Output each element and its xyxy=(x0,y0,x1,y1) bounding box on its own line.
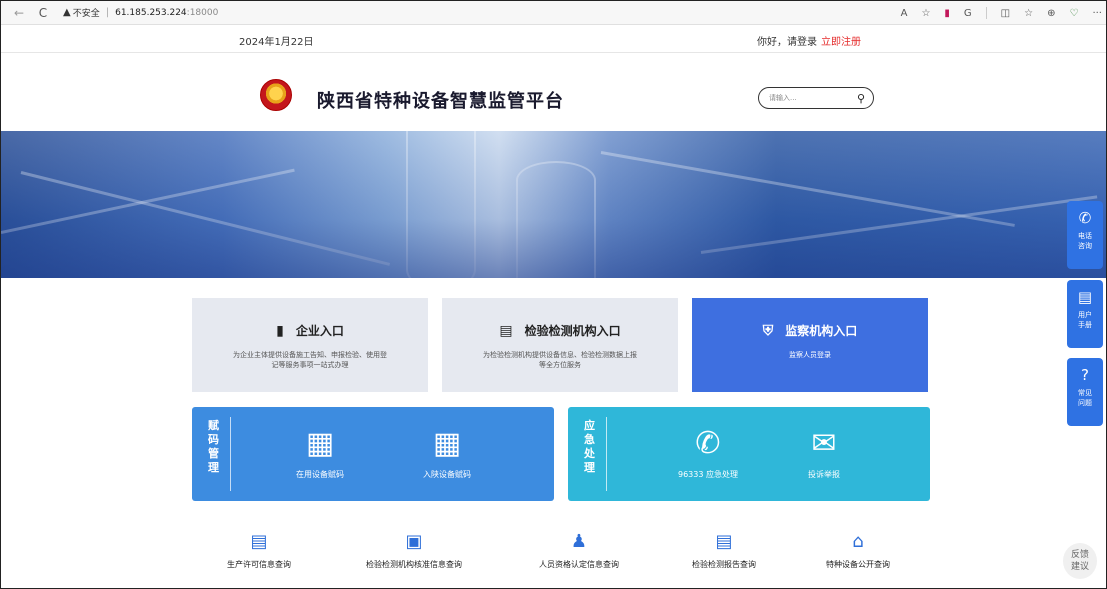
query-label: 人员资格认定信息查询 xyxy=(539,560,619,569)
feedback-label: 建议 xyxy=(1070,562,1089,572)
collections-icon[interactable]: ⊕ xyxy=(1047,8,1055,19)
url-host[interactable]: 61.185.253.224 xyxy=(115,8,187,18)
entry-coding-button[interactable]: ▦ 入陕设备赋码 xyxy=(397,425,497,480)
supervision-entry-desc: 监察人员登录 xyxy=(789,351,831,359)
feedback-button[interactable]: 反馈 建议 xyxy=(1063,543,1097,579)
query-label: 检验检测报告查询 xyxy=(692,560,756,569)
supervision-entry-head: ⛨ 监察机构入口 xyxy=(692,322,928,339)
phone-icon: ✆ xyxy=(695,426,721,461)
search-document-icon: ▣ xyxy=(405,531,423,552)
banner-overlay xyxy=(1,131,1106,278)
toolbar-divider xyxy=(985,7,987,19)
document-search-icon: ▤ xyxy=(499,322,513,339)
question-icon: ? xyxy=(1081,366,1089,384)
shield-icon: ⛨ xyxy=(762,322,774,339)
top-strip: 2024年1月22日 你好，请登录 立即注册 xyxy=(1,25,1106,53)
browser-essentials-icon[interactable]: ♡ xyxy=(1069,8,1078,19)
search-icon[interactable]: ⚲ xyxy=(857,92,865,105)
enterprise-entry-title: 企业入口 xyxy=(295,324,344,338)
site-title: 陕西省特种设备智慧监管平台 xyxy=(317,91,564,112)
inspection-entry-card[interactable]: ▤ 检验检测机构入口 为检验检测机构提供设备信息、检验检测数据上报等全方位服务 xyxy=(442,298,678,392)
emergency-hotline-button[interactable]: ✆ 96333 应急处理 xyxy=(658,425,758,480)
complaint-label: 投诉举报 xyxy=(808,470,840,479)
license-document-icon: ▤ xyxy=(250,531,268,552)
manual-icon: ▤ xyxy=(1077,288,1093,306)
search-box[interactable]: 请输入... ⚲ xyxy=(758,87,874,109)
url-separator: | xyxy=(105,7,110,18)
query-label: 生产许可信息查询 xyxy=(227,560,291,569)
login-link[interactable]: 你好，请登录 xyxy=(757,37,817,48)
page: ← C ▲ 不安全 | 61.185.253.224:18000 A ☆ ▮ G… xyxy=(0,0,1107,589)
enterprise-entry-head: ▮ 企业入口 xyxy=(192,322,428,339)
in-use-coding-button[interactable]: ▦ 在用设备赋码 xyxy=(270,425,370,480)
building-icon: ▮ xyxy=(276,322,284,339)
personnel-qualification-query[interactable]: ♟ 人员资格认定信息查询 xyxy=(509,531,649,570)
qr-code-icon: ▦ xyxy=(305,426,335,461)
mail-icon: ✉ xyxy=(811,426,837,461)
enterprise-entry-desc: 为企业主体提供设备施工告知、申报检验、使用登记等服务事项一站式办理 xyxy=(233,351,387,369)
report-icon: ▤ xyxy=(715,531,733,552)
side-label: 电话 咨询 xyxy=(1078,232,1092,250)
url-port[interactable]: :18000 xyxy=(187,8,219,18)
more-icon[interactable]: ··· xyxy=(1092,8,1102,19)
equipment-public-query[interactable]: ⌂ 特种设备公开查询 xyxy=(788,531,928,570)
enterprise-entry-card[interactable]: ▮ 企业入口 为企业主体提供设备施工告知、申报检验、使用登记等服务事项一站式办理 xyxy=(192,298,428,392)
inspection-entry-title: 检验检测机构入口 xyxy=(524,324,621,338)
panel-divider xyxy=(230,417,231,491)
code-management-panel: 赋码管理 ▦ 在用设备赋码 ▦ 入陕设备赋码 xyxy=(192,407,554,501)
complaint-button[interactable]: ✉ 投诉举报 xyxy=(774,425,874,480)
supervision-entry-card[interactable]: ⛨ 监察机构入口 监察人员登录 xyxy=(692,298,928,392)
hero-banner xyxy=(1,131,1106,278)
favorites-bar-icon[interactable]: ☆ xyxy=(1024,8,1033,19)
home-icon: ⌂ xyxy=(852,531,864,552)
query-label: 特种设备公开查询 xyxy=(826,560,890,569)
search-input[interactable]: 请输入... xyxy=(769,93,857,103)
warning-icon[interactable]: ▲ xyxy=(63,7,71,18)
code-management-label: 赋码管理 xyxy=(208,419,219,474)
login-greeting[interactable]: 你好，请登录 立即注册 xyxy=(757,33,861,48)
faq-button[interactable]: ? 常见 问题 xyxy=(1067,358,1103,426)
browser-toolbar: ← C ▲ 不安全 | 61.185.253.224:18000 A ☆ ▮ G… xyxy=(1,1,1106,25)
entry-coding-label: 入陕设备赋码 xyxy=(423,470,471,479)
emergency-label: 应急处理 xyxy=(584,419,595,474)
current-date: 2024年1月22日 xyxy=(239,37,314,48)
panel-divider xyxy=(606,417,607,491)
read-aloud-icon[interactable]: A xyxy=(901,8,908,19)
insecure-label[interactable]: 不安全 xyxy=(73,6,100,19)
feedback-label: 反馈 xyxy=(1070,550,1089,560)
person-icon: ♟ xyxy=(570,531,588,552)
inspection-entry-desc: 为检验检测机构提供设备信息、检验检测数据上报等全方位服务 xyxy=(483,351,637,369)
favorite-icon[interactable]: ☆ xyxy=(921,8,930,19)
address-bar[interactable]: ▲ 不安全 | 61.185.253.224:18000 xyxy=(63,4,218,22)
extension-icon[interactable]: ▮ xyxy=(944,8,950,19)
emergency-hotline-label: 96333 应急处理 xyxy=(678,470,738,479)
back-icon[interactable]: ← xyxy=(11,6,27,20)
national-emblem-logo xyxy=(260,79,292,111)
refresh-extension-icon[interactable]: G xyxy=(964,8,972,19)
inspection-report-query[interactable]: ▤ 检验检测报告查询 xyxy=(654,531,794,570)
user-manual-button[interactable]: ▤ 用户 手册 xyxy=(1067,280,1103,348)
production-license-query[interactable]: ▤ 生产许可信息查询 xyxy=(189,531,329,570)
phone-icon: ✆ xyxy=(1078,209,1092,227)
site-header: 陕西省特种设备智慧监管平台 请输入... ⚲ xyxy=(1,53,1106,131)
split-screen-icon[interactable]: ◫ xyxy=(1001,8,1010,19)
inspection-entry-head: ▤ 检验检测机构入口 xyxy=(442,322,678,339)
phone-consult-button[interactable]: ✆ 电话 咨询 xyxy=(1067,201,1103,269)
emergency-panel: 应急处理 ✆ 96333 应急处理 ✉ 投诉举报 xyxy=(568,407,930,501)
register-link[interactable]: 立即注册 xyxy=(821,37,861,48)
qr-code-entry-icon: ▦ xyxy=(432,426,462,461)
side-label: 常见 问题 xyxy=(1078,389,1092,407)
reload-icon[interactable]: C xyxy=(35,6,51,20)
supervision-entry-title: 监察机构入口 xyxy=(785,324,858,338)
in-use-coding-label: 在用设备赋码 xyxy=(296,470,344,479)
query-label: 检验检测机构核准信息查询 xyxy=(366,560,462,569)
browser-actions: A ☆ ▮ G ◫ ☆ ⊕ ♡ ··· xyxy=(901,1,1102,25)
institution-approval-query[interactable]: ▣ 检验检测机构核准信息查询 xyxy=(344,531,484,570)
side-label: 用户 手册 xyxy=(1078,311,1092,329)
